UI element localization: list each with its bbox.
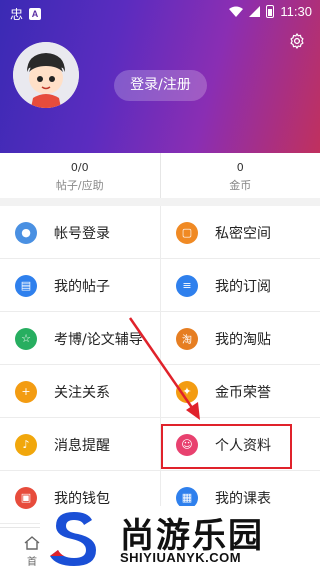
home-icon xyxy=(24,536,40,550)
menu-item-label: 私密空间 xyxy=(215,225,271,242)
lock-icon: ▢ xyxy=(176,221,198,244)
stat-coins-label: 金币 xyxy=(229,179,252,192)
honor-icon: ✦ xyxy=(176,380,198,403)
user-icon: ● xyxy=(15,221,37,244)
stat-posts-value: 0/0 xyxy=(70,161,89,174)
status-app-glyph: 忠 xyxy=(10,7,24,22)
menu-item-label: 帐号登录 xyxy=(54,225,110,242)
list-icon: ≡ xyxy=(176,274,198,297)
menu-item-my-tao[interactable]: 淘 我的淘贴 xyxy=(160,312,320,365)
stat-coins[interactable]: 0 金币 xyxy=(159,153,320,198)
wifi-icon xyxy=(229,6,244,17)
menu-item-my-subscriptions[interactable]: ≡ 我的订阅 xyxy=(160,259,320,312)
site-watermark: 尚游乐园 SHIYIUANYK.COM xyxy=(40,506,320,570)
menu-item-follow[interactable]: + 关注关系 xyxy=(0,365,160,418)
tab-home-label: 首 xyxy=(27,557,37,568)
status-badge: A xyxy=(29,7,42,20)
menu-item-coin-honor[interactable]: ✦ 金币荣誉 xyxy=(160,365,320,418)
menu-item-label: 考博/论文辅导 xyxy=(54,331,143,348)
stats-bar: 0/0 帖子/应助 0 金币 xyxy=(0,153,320,198)
watermark-logo-icon xyxy=(50,512,96,566)
menu-item-phd-tutoring[interactable]: ☆ 考博/论文辅导 xyxy=(0,312,160,365)
menu-item-label: 我的帖子 xyxy=(54,278,110,295)
star-icon: ☆ xyxy=(15,327,37,350)
battery-icon xyxy=(266,5,275,18)
menu-item-label: 我的课表 xyxy=(215,490,271,507)
profile-icon: ☺ xyxy=(176,433,198,456)
menu-item-notifications[interactable]: ♪ 消息提醒 xyxy=(0,418,160,471)
menu-grid: ● 帐号登录 ▢ 私密空间 ▤ 我的帖子 ≡ 我的订阅 ☆ 考博/论文辅导 淘 … xyxy=(0,206,320,524)
settings-gear-icon[interactable] xyxy=(288,32,306,50)
stat-posts[interactable]: 0/0 帖子/应助 xyxy=(0,153,160,198)
menu-item-private-space[interactable]: ▢ 私密空间 xyxy=(160,206,320,259)
bell-icon: ♪ xyxy=(15,433,37,456)
stat-coins-value: 0 xyxy=(236,161,244,174)
section-divider xyxy=(0,198,320,206)
stat-posts-label: 帖子/应助 xyxy=(55,179,104,192)
tao-icon: 淘 xyxy=(176,327,198,350)
menu-item-label: 消息提醒 xyxy=(54,437,110,454)
menu-item-label: 我的订阅 xyxy=(215,278,271,295)
menu-item-label: 我的淘贴 xyxy=(215,331,271,348)
menu-item-label: 金币荣誉 xyxy=(215,384,271,401)
menu-item-profile[interactable]: ☺ 个人资料 xyxy=(160,418,320,471)
watermark-en-text: SHIYIUANYK.COM xyxy=(120,550,242,565)
login-register-button[interactable]: 登录/注册 xyxy=(114,70,207,101)
signal-icon xyxy=(249,6,261,17)
follow-icon: + xyxy=(15,380,37,403)
status-bar: 忠 A 11:30 xyxy=(0,0,320,24)
docs-icon: ▤ xyxy=(15,274,37,297)
tab-home[interactable]: 首 xyxy=(24,536,40,568)
avatar[interactable] xyxy=(13,42,79,108)
menu-item-label: 我的钱包 xyxy=(54,490,110,507)
menu-item-my-posts[interactable]: ▤ 我的帖子 xyxy=(0,259,160,312)
menu-item-account-login[interactable]: ● 帐号登录 xyxy=(0,206,160,259)
status-time: 11:30 xyxy=(280,4,312,19)
menu-item-label: 关注关系 xyxy=(54,384,110,401)
wallet-icon: ▣ xyxy=(15,486,37,509)
menu-item-label: 个人资料 xyxy=(215,437,271,454)
